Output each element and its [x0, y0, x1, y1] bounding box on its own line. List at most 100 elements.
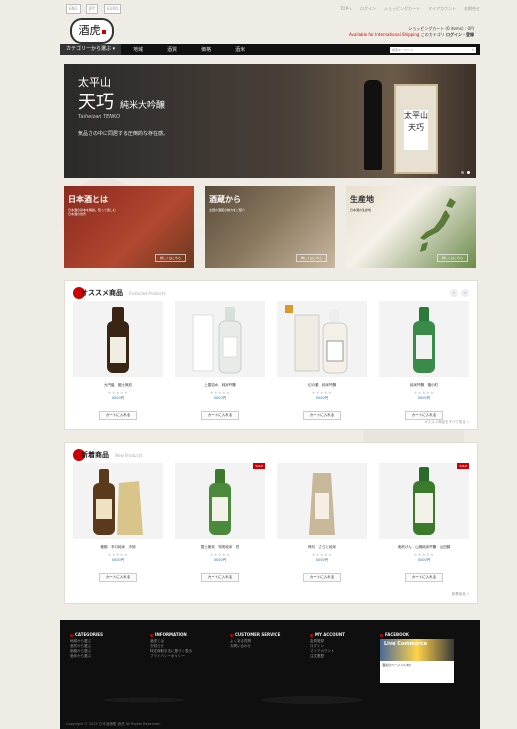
hero-box-label: 太平山 天巧 — [404, 110, 428, 150]
add-to-cart-button[interactable]: カートに入れる — [200, 411, 240, 420]
product-price: 0000円 — [315, 558, 329, 562]
slider-dot-active[interactable] — [467, 171, 470, 174]
banner-title: 生産地 — [350, 194, 374, 204]
nav-item-rice[interactable]: 酒米 — [223, 46, 257, 53]
product-image[interactable] — [73, 301, 163, 377]
product-image[interactable] — [277, 301, 367, 377]
nav-item-region[interactable]: 地域 — [121, 46, 155, 53]
recommended-section: オススメ商品 Featured Products ‹ › 大円盤 國士無双 ★★… — [64, 280, 478, 430]
product-name[interactable]: 幻の瀧 純米吟醸 — [277, 383, 367, 388]
banner-subtitle: 日本酒の生産地 — [350, 208, 372, 212]
nav-item-quality[interactable]: 酒質 — [155, 46, 189, 53]
product-image[interactable] — [175, 301, 265, 377]
product-card[interactable]: 神月 さらと純米 ★★★★★ 0000円 カートに入れる — [277, 463, 367, 582]
top-link-home[interactable]: TOPへ — [340, 6, 352, 12]
banner-breweries[interactable]: 酒蔵から 全国の酒蔵の魅力をご紹介 詳しくはこちら — [205, 186, 335, 268]
product-image[interactable] — [73, 463, 163, 539]
hero-bottle-image — [364, 80, 382, 170]
facebook-box[interactable]: Live Commerce 酒虎のページ いいね！ — [380, 639, 454, 683]
footer-link[interactable]: プライバシーポリシー — [150, 654, 222, 659]
nav-item-price[interactable]: 価格 — [189, 46, 223, 53]
product-name[interactable]: 奥尻げん 山廃純米吟醸 山田錦 — [379, 545, 469, 550]
facebook-page-text: 酒虎のページ — [382, 663, 400, 667]
product-card[interactable]: 幻の瀧 純米吟醸 ★★★★★ 0000円 カートに入れる — [277, 301, 367, 420]
add-to-cart-button[interactable]: カートに入れる — [404, 411, 444, 420]
product-name[interactable]: 国士無双 特別純米 烈 — [175, 545, 265, 550]
product-name[interactable]: 神月 さらと純米 — [277, 545, 367, 550]
add-to-cart-button[interactable]: カートに入れる — [98, 573, 138, 582]
banner-subtitle: 全国の酒蔵の魅力をご紹介 — [209, 208, 246, 212]
top-link-contact[interactable]: お問合せ — [464, 6, 480, 12]
footer-col-information: INFORMATION 酒虎とは お知らせ 特定商取引法に基づく表示 プライバシ… — [150, 632, 222, 659]
product-card[interactable]: 上善如水 純米吟醸 ★★★★★ 0000円 カートに入れる — [175, 301, 265, 420]
login-register-link[interactable]: ログイン・登録 — [446, 32, 474, 37]
add-to-cart-button[interactable]: カートに入れる — [98, 411, 138, 420]
product-name[interactable]: 上善如水 純米吟醸 — [175, 383, 265, 388]
hero-sake-type: 純米大吟醸 — [120, 101, 166, 111]
shipping-note[interactable]: Available for International Shipping — [349, 32, 419, 37]
top-links: TOPへ ログイン ショッピングカート マイアカウント お問合せ — [340, 6, 480, 12]
section-title: 新着商品 — [81, 450, 109, 459]
search-icon[interactable]: ⌕ — [472, 47, 474, 53]
facebook-like-button[interactable]: いいね！ — [401, 663, 413, 667]
product-list: 都錦 辛口純米 冷卸 ★★★★★ 0000円 カートに入れる SALE 国士無双… — [73, 463, 469, 582]
add-to-cart-button[interactable]: カートに入れる — [404, 573, 444, 582]
facebook-page-name: Live Commerce — [380, 639, 454, 661]
footer-link[interactable]: 酒米から選ぶ — [70, 654, 142, 659]
banner-more-button[interactable]: 詳しくはこちら — [154, 254, 186, 262]
top-link-account[interactable]: マイアカウント — [428, 6, 456, 12]
product-image[interactable]: SALE — [379, 463, 469, 539]
banner-more-button[interactable]: 詳しくはこちら — [295, 254, 327, 262]
add-to-cart-button[interactable]: カートに入れる — [302, 573, 342, 582]
product-name[interactable]: 大円盤 國士無双 — [73, 383, 163, 388]
next-arrow-icon[interactable]: › — [461, 289, 469, 297]
top-link-login[interactable]: ログイン — [360, 6, 376, 12]
product-card[interactable]: 純米吟醸 福小町 ★★★★★ 0000円 カートに入れる — [379, 301, 469, 420]
language-select[interactable]: ENG — [66, 4, 81, 14]
footer-col-title: INFORMATION — [150, 632, 222, 637]
footer-link[interactable]: お問い合わせ — [230, 644, 302, 649]
bottle-icon — [309, 473, 335, 535]
slider-dot[interactable] — [461, 171, 464, 174]
product-list: 大円盤 國士無双 ★★★★★ 0000円 カートに入れる 上善如水 純米吟醸 ★… — [73, 301, 469, 420]
add-to-cart-button[interactable]: カートに入れる — [200, 573, 240, 582]
banner-about-sake[interactable]: 日本酒とは 日本酒の基本を解説。知って楽しむ日本酒の世界 詳しくはこちら — [64, 186, 194, 268]
product-name[interactable]: 純米吟醸 福小町 — [379, 383, 469, 388]
account-link[interactable]: このカテゴリ — [421, 32, 445, 37]
add-to-cart-button[interactable]: カートに入れる — [302, 411, 342, 420]
hero-banner[interactable]: 太平山 天巧 純米大吟醸 Taiheizan TENKO 気品さの中に同居する圧倒… — [64, 64, 476, 178]
bottle-icon — [413, 467, 435, 535]
footer-link[interactable]: 注文履歴 — [310, 654, 382, 659]
banner-regions[interactable]: 生産地 日本酒の生産地 詳しくはこちら — [346, 186, 476, 268]
product-card[interactable]: SALE 奥尻げん 山廃純米吟醸 山田錦 ★★★★★ 0000円 カートに入れる — [379, 463, 469, 582]
product-card[interactable]: 大円盤 國士無双 ★★★★★ 0000円 カートに入れる — [73, 301, 163, 420]
nav-category-menu[interactable]: カテゴリーから選ぶ ▾ — [60, 44, 122, 55]
new-items-section: 新着商品 New Products 都錦 辛口純米 冷卸 ★★★★★ 0000円… — [64, 442, 478, 604]
logo-mark-icon — [101, 30, 106, 34]
product-card[interactable]: SALE 国士無双 特別純米 烈 ★★★★★ 0000円 カートに入れる — [175, 463, 265, 582]
product-name[interactable]: 都錦 辛口純米 冷卸 — [73, 545, 163, 550]
product-image[interactable] — [379, 301, 469, 377]
product-card[interactable]: 都錦 辛口純米 冷卸 ★★★★★ 0000円 カートに入れる — [73, 463, 163, 582]
banner-more-button[interactable]: 詳しくはこちら — [436, 254, 468, 262]
bottle-icon — [285, 305, 348, 374]
logo-text: 酒虎 — [78, 24, 101, 37]
facebook-title: FACEBOOK — [380, 632, 470, 637]
top-link-cart[interactable]: ショッピングカート — [384, 6, 420, 12]
currency-select-2[interactable]: EURO — [104, 4, 122, 14]
currency-select[interactable]: JPY — [86, 4, 98, 14]
bottle-icon — [107, 307, 129, 373]
sale-badge: SALE — [457, 463, 469, 469]
banner-title: 日本酒とは — [68, 194, 108, 204]
banner-subtitle: 日本酒の基本を解説。知って楽しむ日本酒の世界 — [68, 208, 116, 216]
product-image[interactable] — [277, 463, 367, 539]
prev-arrow-icon[interactable]: ‹ — [450, 289, 458, 297]
search-input[interactable]: 検索キーワード ⌕ — [390, 46, 476, 53]
site-logo[interactable]: 酒虎 — [70, 18, 114, 44]
product-price: 0000円 — [111, 396, 125, 400]
footer-col-title: MY ACCOUNT — [310, 632, 382, 637]
new-items-see-more-link[interactable]: 新着商品 » — [452, 592, 469, 597]
product-image[interactable]: SALE — [175, 463, 265, 539]
search-placeholder: 検索キーワード — [392, 47, 414, 52]
recommended-see-more-link[interactable]: オススメ商品をすべて見る » — [424, 420, 469, 425]
